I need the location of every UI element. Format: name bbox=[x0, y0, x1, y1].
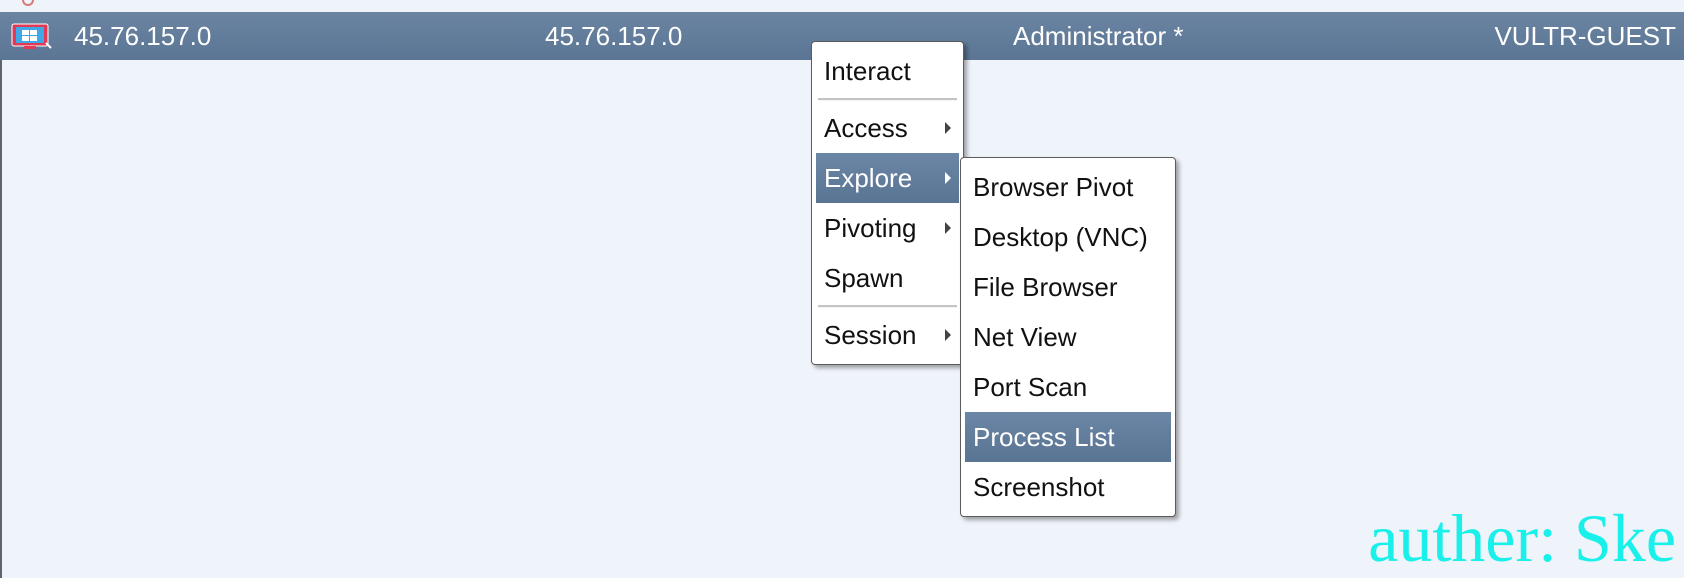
menu-item-interact[interactable]: Interact bbox=[816, 46, 959, 96]
menu-item-pivoting[interactable]: Pivoting bbox=[816, 203, 959, 253]
windows-beacon-icon bbox=[11, 23, 52, 49]
submenu-item-label: Screenshot bbox=[973, 472, 1105, 502]
menu-item-label: Interact bbox=[824, 56, 911, 86]
submenu-item-port-scan[interactable]: Port Scan bbox=[965, 362, 1171, 412]
internal-ip-cell[interactable]: 45.76.157.0 bbox=[545, 12, 682, 60]
submenu-item-process-list[interactable]: Process List bbox=[965, 412, 1171, 462]
submenu-item-net-view[interactable]: Net View bbox=[965, 312, 1171, 362]
context-menu: Interact Access Explore Pivoting Spawn S… bbox=[811, 41, 964, 365]
menu-separator bbox=[818, 305, 957, 308]
menu-item-access[interactable]: Access bbox=[816, 103, 959, 153]
submenu-item-label: Net View bbox=[973, 322, 1077, 352]
menu-item-label: Pivoting bbox=[824, 213, 917, 243]
menu-item-label: Spawn bbox=[824, 263, 904, 293]
submenu-item-label: Desktop (VNC) bbox=[973, 222, 1148, 252]
submenu-arrow-icon bbox=[945, 122, 951, 134]
submenu-item-file-browser[interactable]: File Browser bbox=[965, 262, 1171, 312]
watermark-text: auther: Ske bbox=[1368, 500, 1676, 576]
submenu-item-label: Process List bbox=[973, 422, 1115, 452]
menu-item-spawn[interactable]: Spawn bbox=[816, 253, 959, 303]
submenu-item-screenshot[interactable]: Screenshot bbox=[965, 462, 1171, 512]
submenu-item-label: Browser Pivot bbox=[973, 172, 1134, 202]
menu-item-label: Access bbox=[824, 113, 908, 143]
menu-separator bbox=[818, 98, 957, 101]
window-left-border bbox=[0, 60, 2, 578]
user-cell[interactable]: Administrator * bbox=[1013, 12, 1184, 60]
explore-submenu: Browser Pivot Desktop (VNC) File Browser… bbox=[960, 157, 1176, 517]
status-icon bbox=[22, 0, 34, 6]
menu-item-explore[interactable]: Explore bbox=[816, 153, 959, 203]
submenu-arrow-icon bbox=[945, 329, 951, 341]
menu-item-session[interactable]: Session bbox=[816, 310, 959, 360]
submenu-item-label: Port Scan bbox=[973, 372, 1088, 402]
computer-cell[interactable]: VULTR-GUEST bbox=[1494, 12, 1676, 60]
menu-item-label: Explore bbox=[824, 163, 913, 193]
menu-item-label: Session bbox=[824, 320, 917, 350]
submenu-arrow-icon bbox=[945, 172, 951, 184]
external-ip-cell[interactable]: 45.76.157.0 bbox=[74, 12, 211, 60]
submenu-arrow-icon bbox=[945, 222, 951, 234]
submenu-item-browser-pivot[interactable]: Browser Pivot bbox=[965, 162, 1171, 212]
submenu-item-desktop-vnc[interactable]: Desktop (VNC) bbox=[965, 212, 1171, 262]
submenu-item-label: File Browser bbox=[973, 272, 1118, 302]
